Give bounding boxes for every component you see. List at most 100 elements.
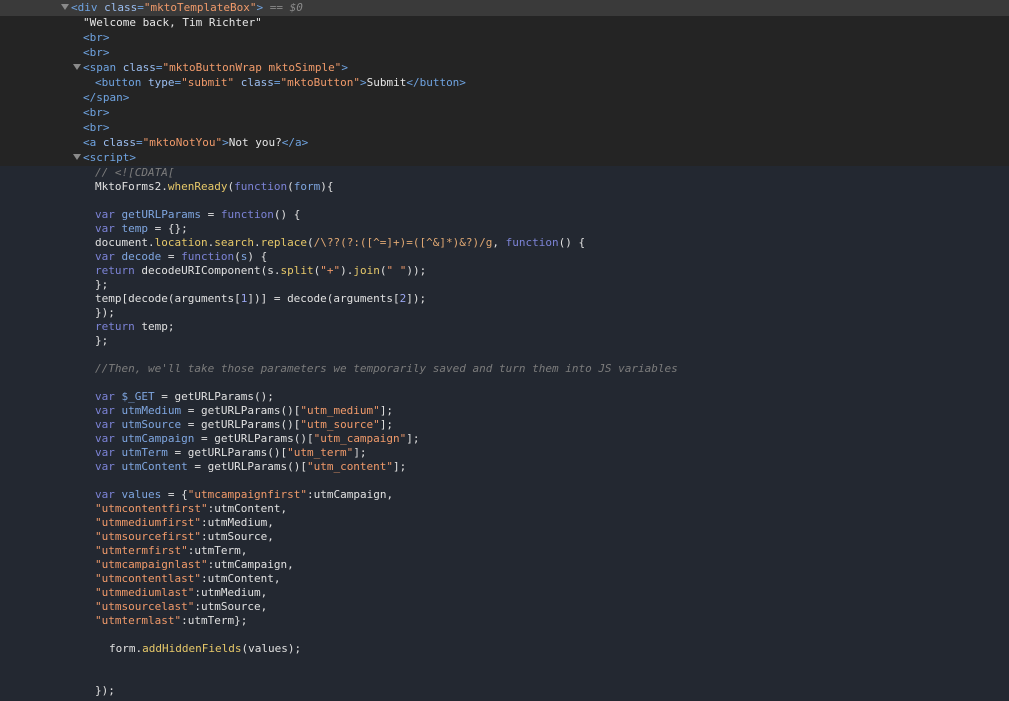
br-node[interactable]: <br> bbox=[83, 121, 110, 135]
var-name: getURLParams bbox=[121, 208, 201, 221]
string-key: "utmtermfirst" bbox=[95, 544, 188, 557]
whenready-method: whenReady bbox=[167, 180, 228, 193]
form-param: form bbox=[293, 180, 321, 193]
span-close-node[interactable]: </span> bbox=[83, 91, 129, 105]
join-method: join bbox=[353, 264, 380, 277]
code-comment: //Then, we'll take those parameters we t… bbox=[95, 362, 678, 375]
elements-panel: <div class="mktoTemplateBox"> == $0 "Wel… bbox=[0, 0, 1009, 701]
code-line-temp: var temp = {}; bbox=[95, 222, 188, 236]
expand-triangle-icon[interactable] bbox=[61, 4, 69, 10]
code-line-replace: document.location.search.replace(/\??(?:… bbox=[95, 236, 586, 249]
span-tag-close: > bbox=[341, 61, 348, 74]
div-attr-name: class bbox=[104, 1, 138, 14]
dom-node-script[interactable]: <script> bbox=[73, 151, 136, 165]
dom-node-button[interactable]: <button type="submit" class="mktoButton"… bbox=[95, 76, 466, 90]
var-name: values bbox=[121, 488, 162, 501]
code-part: ]; bbox=[379, 418, 394, 431]
var-name: utmSource bbox=[121, 418, 182, 431]
code-line-utm-var: var utmContent = getURLParams()["utm_con… bbox=[95, 460, 406, 474]
pair-value: :utmMedium, bbox=[200, 516, 274, 529]
var-kw: var bbox=[95, 460, 115, 473]
br-node[interactable]: <br> bbox=[83, 106, 110, 120]
code-line-close: }); bbox=[95, 306, 115, 319]
var-name: utmMedium bbox=[121, 404, 182, 417]
search-prop: search bbox=[214, 236, 254, 249]
var-name: temp bbox=[121, 222, 149, 235]
code-rest: = {}; bbox=[148, 222, 188, 235]
code-part: = { bbox=[161, 488, 188, 501]
equals: = bbox=[137, 1, 144, 14]
var-kw: var bbox=[95, 390, 115, 403]
code-line-close: }; bbox=[95, 334, 109, 347]
code-part: ])] = decode(arguments[ bbox=[247, 292, 400, 305]
br-node[interactable]: <br> bbox=[83, 46, 110, 60]
code-line-value-pair: "utmcontentlast":utmContent, bbox=[95, 572, 280, 586]
var-kw: var bbox=[95, 446, 115, 459]
code-line-value-pair: "utmsourcelast":utmSource, bbox=[95, 600, 267, 614]
welcome-text-node[interactable]: "Welcome back, Tim Richter" bbox=[83, 16, 262, 30]
code-part: = getURLParams()[ bbox=[187, 460, 307, 473]
code-part: = getURLParams()[ bbox=[181, 404, 301, 417]
expand-triangle-icon[interactable] bbox=[73, 64, 81, 70]
pair-value: :utmTerm}; bbox=[181, 614, 248, 627]
script-tag-open: <script> bbox=[83, 151, 136, 164]
button-type-value: "submit" bbox=[181, 76, 235, 89]
pair-value: :utmCampaign, bbox=[207, 558, 294, 571]
code-part: ]; bbox=[353, 446, 367, 459]
cdata-comment: // <![CDATA[ bbox=[95, 166, 175, 179]
code-rest: temp; bbox=[134, 320, 175, 333]
code-line-value-pair: "utmcampaignlast":utmCampaign, bbox=[95, 558, 294, 572]
code-line-end: }); bbox=[95, 684, 115, 697]
var-name: utmCampaign bbox=[121, 432, 195, 445]
anchor-gt: > bbox=[222, 136, 229, 149]
code-part: ]; bbox=[406, 432, 420, 445]
button-gt: > bbox=[359, 76, 367, 89]
div-tag-open: <div bbox=[71, 1, 98, 14]
var-kw: var bbox=[95, 222, 115, 235]
code-line-value-pair: "utmsourcefirst":utmSource, bbox=[95, 530, 274, 544]
pair-value: :utmMedium, bbox=[194, 586, 268, 599]
code-line-return-decode: return decodeURIComponent(s.split("+").j… bbox=[95, 264, 427, 277]
code-line-decode: var decode = function(s) { bbox=[95, 250, 268, 263]
function-kw: function bbox=[234, 180, 288, 193]
code-line-value-pair: "utmcontentfirst":utmContent, bbox=[95, 502, 287, 516]
var-kw: var bbox=[95, 250, 115, 263]
anchor-tag-open: <a bbox=[83, 136, 97, 149]
code-part: :utmCampaign, bbox=[306, 488, 394, 501]
code-line-utm-var: var utmSource = getURLParams()["utm_sour… bbox=[95, 418, 393, 432]
code-part: ]; bbox=[379, 404, 394, 417]
return-kw: return bbox=[95, 320, 135, 333]
selected-marker: == $0 bbox=[269, 1, 303, 14]
function-kw: function bbox=[181, 250, 235, 263]
mktoforms-obj: MktoForms2 bbox=[95, 180, 162, 193]
var-kw: var bbox=[95, 432, 115, 445]
dom-node-span[interactable]: <span class="mktoButtonWrap mktoSimple"> bbox=[73, 61, 348, 75]
dom-node-div[interactable]: <div class="mktoTemplateBox"> == $0 bbox=[61, 1, 303, 15]
anchor-attr-value: "mktoNotYou" bbox=[142, 136, 223, 149]
br-node[interactable]: <br> bbox=[83, 31, 110, 45]
dom-node-anchor[interactable]: <a class="mktoNotYou">Not you?</a> bbox=[83, 136, 308, 150]
replace-method: replace bbox=[260, 236, 307, 249]
expand-triangle-icon[interactable] bbox=[73, 154, 81, 160]
equals: = bbox=[155, 61, 163, 74]
button-tag-open: <button bbox=[95, 76, 142, 89]
code-part: = getURLParams()[ bbox=[167, 446, 288, 459]
var-kw: var bbox=[95, 208, 115, 221]
pair-value: :utmTerm, bbox=[187, 544, 248, 557]
code-rest: (values); bbox=[241, 642, 302, 655]
code-line-values: var values = {"utmcampaignfirst":utmCamp… bbox=[95, 488, 393, 502]
string-key: "utmmediumlast" bbox=[95, 586, 195, 599]
div-tag-close: > bbox=[256, 1, 264, 14]
split-method: split bbox=[280, 264, 314, 277]
document-obj: document bbox=[95, 236, 148, 249]
return-kw: return bbox=[95, 264, 135, 277]
string-key: "utm_term" bbox=[287, 446, 354, 459]
code-line-utm-var: var utmTerm = getURLParams()["utm_term"]… bbox=[95, 446, 367, 460]
pair-value: :utmSource, bbox=[200, 530, 274, 543]
location-prop: location bbox=[154, 236, 208, 249]
anchor-tag-close: </a> bbox=[281, 136, 309, 149]
code-line-value-pair: "utmmediumlast":utmMedium, bbox=[95, 586, 267, 600]
button-attr-class: class bbox=[240, 76, 274, 89]
string-key: "utmcampaignlast" bbox=[95, 558, 208, 571]
button-class-value: "mktoButton" bbox=[280, 76, 360, 89]
